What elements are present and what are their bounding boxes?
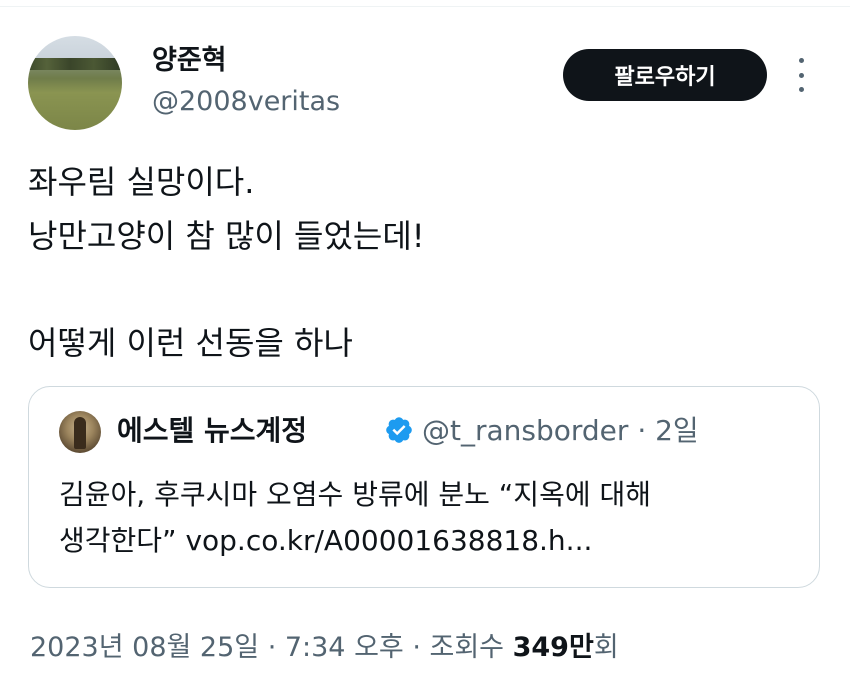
more-dot [798,72,804,78]
more-dot [798,58,804,63]
author-handle[interactable]: @2008veritas [152,86,340,117]
tweet-text-line: 어떻게 이런 선동을 하나 [28,324,353,362]
author-avatar[interactable] [28,36,122,130]
timestamp[interactable]: 2023년 08월 25일 · 7:34 오후 · 조회수 [30,632,513,663]
views-suffix: 회 [593,632,619,663]
quoted-handle-time: @t_ransborder · 2일 [422,414,699,447]
quoted-author-avatar [59,411,101,453]
top-divider [0,6,850,7]
quoted-text-line: 생각한다” vop.co.kr/A00001638818.h... [59,524,593,557]
follow-button[interactable]: 팔로우하기 [563,49,767,101]
more-vertical-icon[interactable] [790,58,812,92]
author-display-name[interactable]: 양준혁 [152,38,227,77]
tweet-text-line: 낭만고양이 참 많이 들었는데! [28,217,425,255]
views-count: 349만 [512,632,594,663]
verified-badge-icon [386,417,412,443]
tweet: 양준혁 @2008veritas 팔로우하기 좌우림 실망이다. 낭만고양이 참… [0,0,850,682]
quoted-author-name: 에스텔 뉴스계정 [117,414,308,447]
quoted-tweet-card[interactable]: 에스텔 뉴스계정 @t_ransborder · 2일 김윤아, 후쿠시마 오염… [28,386,820,588]
avatar-landscape [28,58,122,70]
tweet-text-line: 좌우림 실망이다. [28,163,255,201]
more-dot [798,87,804,92]
avatar-figure [74,417,86,449]
quoted-text-line: 김윤아, 후쿠시마 오염수 방류에 분노 “지옥에 대해 [59,478,652,511]
tweet-meta: 2023년 08월 25일 · 7:34 오후 · 조회수 349만회 [30,625,619,664]
